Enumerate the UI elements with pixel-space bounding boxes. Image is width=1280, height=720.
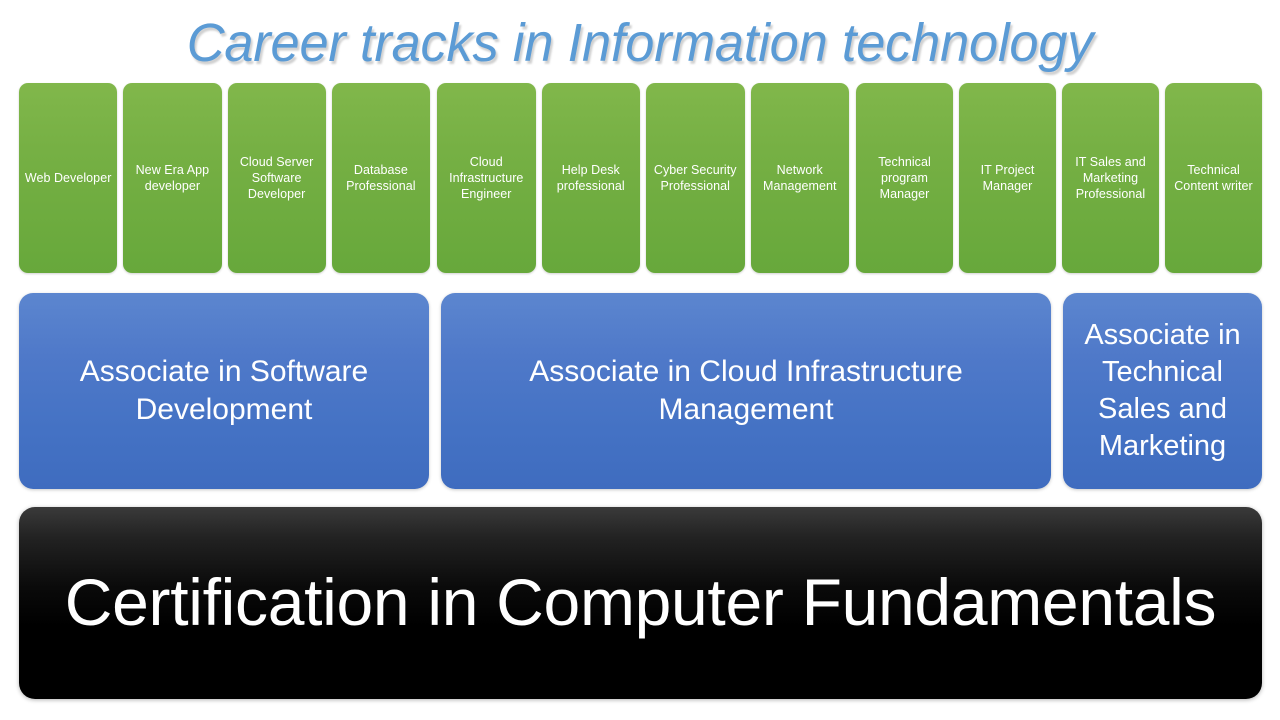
- career-box-label: Cloud Server Software Developer: [239, 155, 314, 201]
- degree-box-associate-cloud-infrastructure-management[interactable]: Associate in Cloud Infrastructure Manage…: [441, 293, 1051, 489]
- degree-box-label: Associate in Software Development: [79, 354, 369, 426]
- career-box-label: Cloud Infrastructure Engineer: [449, 155, 524, 201]
- career-box-network-management[interactable]: Network Management: [750, 83, 849, 273]
- career-box-label: Technical Content writer: [1174, 163, 1253, 193]
- career-box-label: Cyber Security Professional: [653, 163, 737, 193]
- career-track-group-software-development: Web Developer New Era App developer Clou…: [19, 83, 430, 273]
- career-box-technical-content-writer[interactable]: Technical Content writer: [1165, 83, 1262, 273]
- foundation-certification-label: Certification in Computer Fundamentals: [64, 565, 1217, 640]
- career-box-cloud-server-software-developer[interactable]: Cloud Server Software Developer: [227, 83, 326, 273]
- career-box-it-project-manager[interactable]: IT Project Manager: [959, 83, 1056, 273]
- degree-box-associate-technical-sales-and-marketing[interactable]: Associate in Technical Sales and Marketi…: [1063, 293, 1262, 489]
- career-box-help-desk-professional[interactable]: Help Desk professional: [541, 83, 640, 273]
- degree-box-associate-software-development[interactable]: Associate in Software Development: [19, 293, 429, 489]
- career-box-database-professional[interactable]: Database Professional: [331, 83, 430, 273]
- career-box-label: Help Desk professional: [556, 163, 625, 193]
- page-title: Career tracks in Information technology: [186, 13, 1094, 73]
- career-box-it-sales-and-marketing-professional[interactable]: IT Sales and Marketing Professional: [1062, 83, 1159, 273]
- career-box-cloud-infrastructure-engineer[interactable]: Cloud Infrastructure Engineer: [437, 83, 536, 273]
- degree-box-label: Associate in Technical Sales and Marketi…: [1084, 319, 1241, 462]
- slide-canvas: Career tracks in Information technology …: [0, 0, 1280, 720]
- career-box-label: Database Professional: [346, 163, 416, 193]
- career-box-technical-program-manager[interactable]: Technical program Manager: [856, 83, 953, 273]
- career-box-web-developer[interactable]: Web Developer: [19, 83, 118, 273]
- degree-box-label: Associate in Cloud Infrastructure Manage…: [529, 354, 963, 426]
- career-box-label: New Era App developer: [135, 163, 210, 193]
- career-box-label: Technical program Manager: [878, 155, 931, 201]
- career-box-label: Network Management: [763, 163, 837, 193]
- career-box-cyber-security-professional[interactable]: Cyber Security Professional: [646, 83, 745, 273]
- career-box-new-era-app-developer[interactable]: New Era App developer: [123, 83, 222, 273]
- foundation-certification-bar[interactable]: Certification in Computer Fundamentals: [19, 507, 1262, 699]
- career-box-label: IT Project Manager: [980, 163, 1035, 193]
- career-track-group-technical-sales-marketing: Technical program Manager IT Project Man…: [856, 83, 1262, 273]
- career-box-label: IT Sales and Marketing Professional: [1075, 155, 1146, 201]
- career-track-group-cloud-infrastructure: Cloud Infrastructure Engineer Help Desk …: [437, 83, 849, 273]
- career-tracks-row: Web Developer New Era App developer Clou…: [19, 83, 1262, 273]
- degrees-row: Associate in Software Development Associ…: [19, 293, 1262, 489]
- career-box-label: Web Developer: [24, 171, 112, 185]
